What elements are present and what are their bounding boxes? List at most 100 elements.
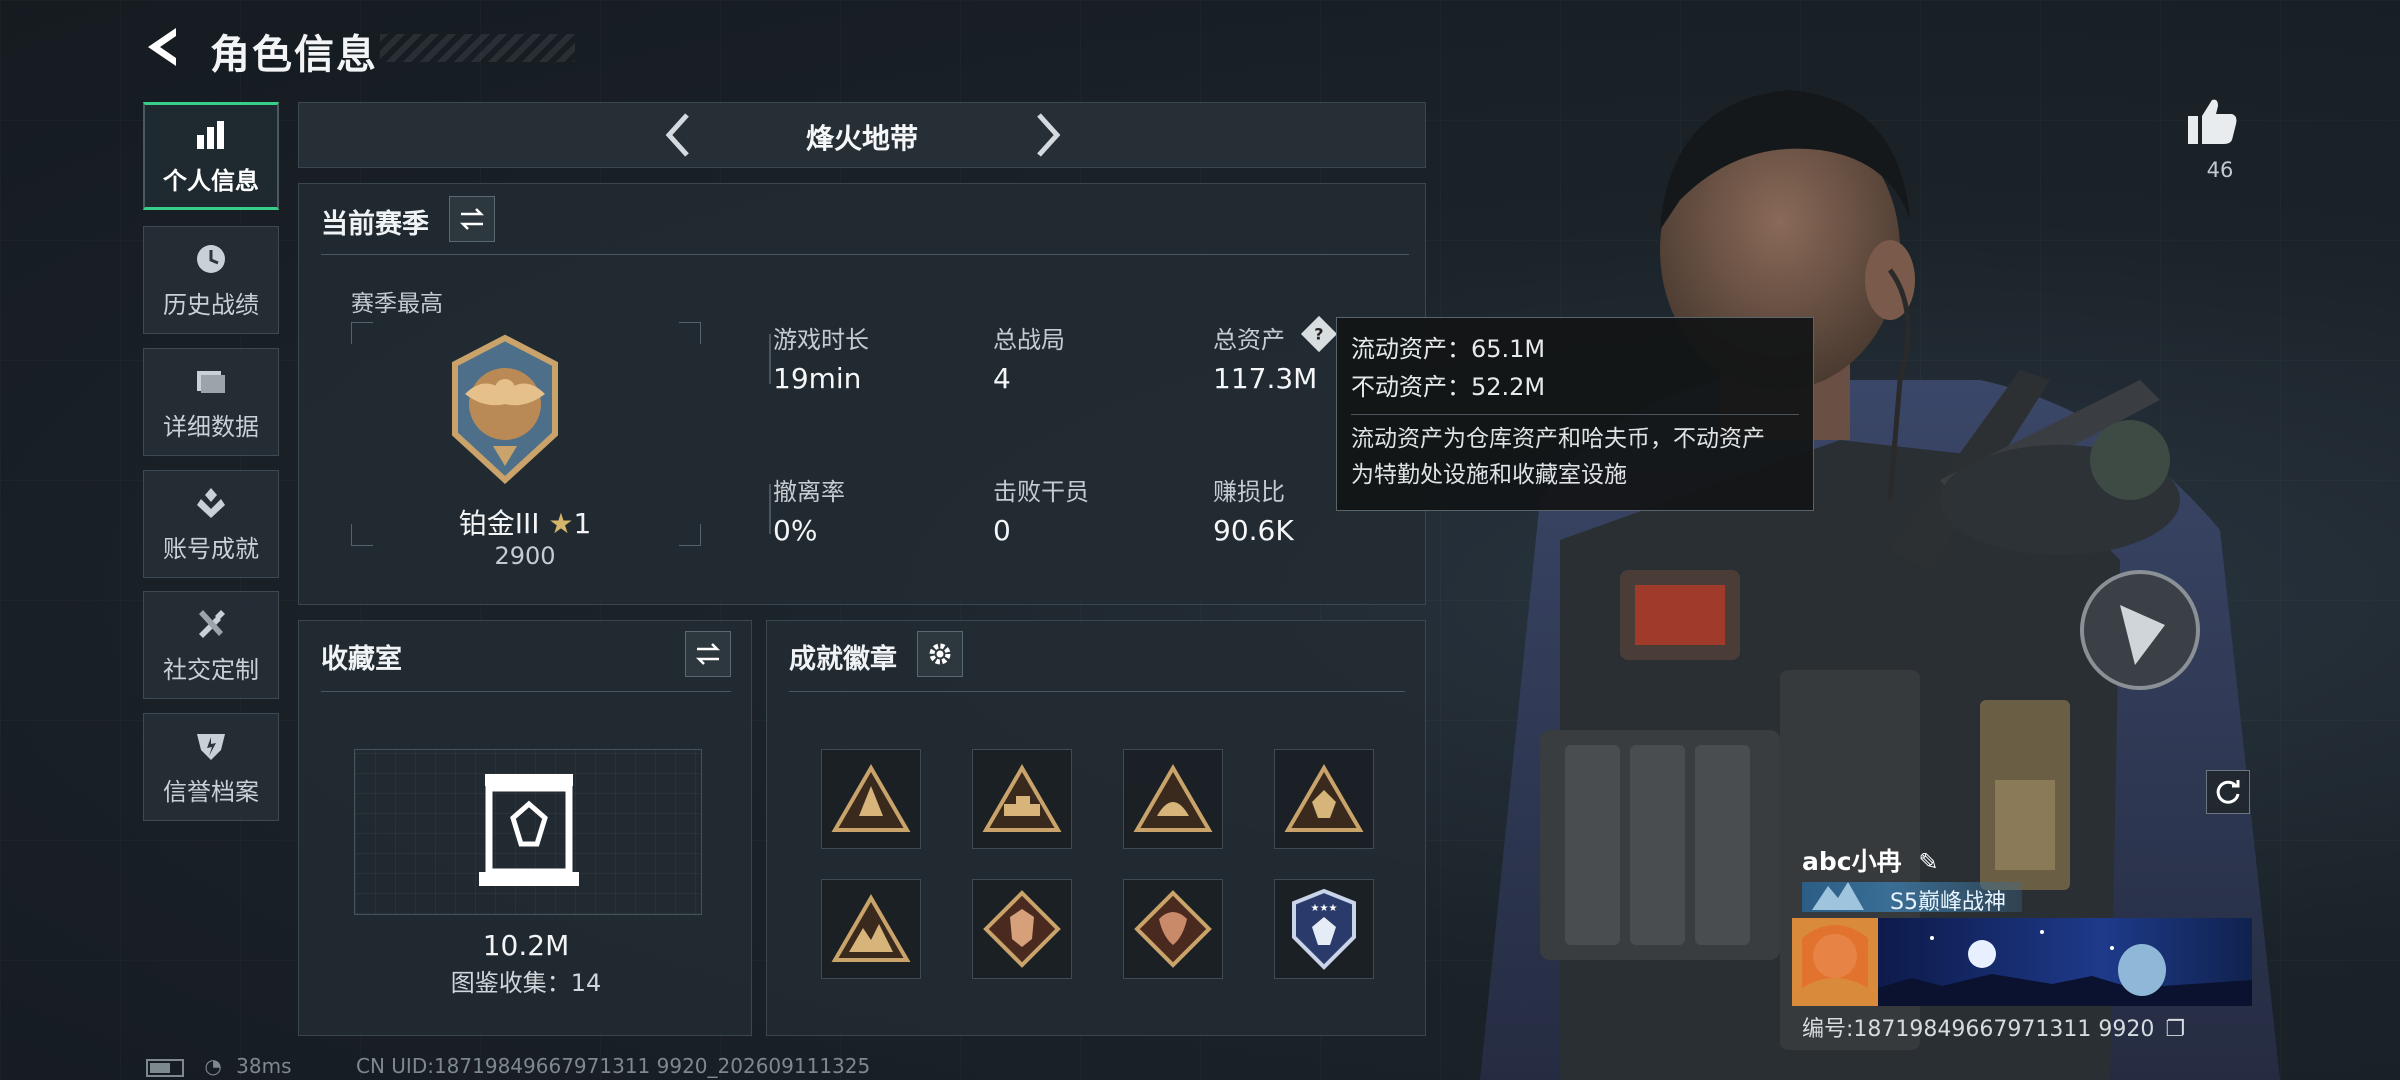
shield-star-badge-icon: ★★★: [1292, 888, 1356, 970]
star-icon: ★: [548, 507, 574, 540]
refresh-icon: [2216, 780, 2240, 804]
wifi-icon: ◔: [204, 1054, 222, 1078]
stat-label-kills: 击败干员: [993, 478, 1089, 506]
collection-title: 收藏室: [321, 644, 402, 675]
mountain-badge-icon: [831, 894, 911, 962]
stat-label-assets: 总资产: [1213, 326, 1285, 354]
dragon-badge-icon: [1134, 890, 1212, 968]
refresh-button[interactable]: [2206, 770, 2250, 814]
tooltip-desc-line1: 流动资产为仓库资产和哈夫币，不动资产: [1351, 426, 1765, 452]
stat-value-profit-ratio: 90.6K: [1213, 514, 1294, 547]
title-decoration: [380, 34, 575, 62]
back-arrow-icon[interactable]: [140, 22, 190, 72]
sidebar-item-label: 个人信息: [163, 166, 259, 195]
season-panel: 当前赛季 赛季最高 铂金III ★1 2900 游戏时长 19min 总战局 4…: [298, 183, 1426, 605]
tooltip-liquid-assets: 流动资产：65.1M: [1351, 335, 1546, 363]
ping-text: 38ms: [236, 1054, 292, 1078]
player-id: 编号:18719849667971311 9920 ❐: [1802, 1011, 2185, 1043]
sidebar-item-label: 社交定制: [163, 655, 259, 684]
collection-value: 10.2M: [482, 929, 570, 962]
rank-score: 2900: [494, 542, 556, 570]
badge-slot[interactable]: [972, 749, 1072, 849]
badge-slot[interactable]: [1274, 749, 1374, 849]
sidebar-item-achievements[interactable]: 账号成就: [143, 470, 279, 578]
page-title: 角色信息: [210, 32, 378, 78]
assets-help-icon[interactable]: ?: [1300, 315, 1338, 353]
uid-text: CN UID:18719849667971311 9920_2026091113…: [356, 1054, 871, 1078]
stat-value-kills: 0: [993, 514, 1011, 547]
sidebar-item-label: 详细数据: [163, 412, 259, 441]
sidebar-item-history[interactable]: 历史战绩: [143, 226, 279, 334]
sidebar-item-personal-info[interactable]: 个人信息: [143, 102, 279, 210]
tank-badge-icon: [982, 764, 1062, 832]
rank-name: 铂金III: [458, 507, 540, 540]
copy-icon[interactable]: ❐: [2165, 1017, 2185, 1042]
stat-value-playtime: 19min: [773, 362, 862, 395]
badge-slot[interactable]: [821, 749, 921, 849]
title-emblem-icon: [1812, 882, 1864, 910]
rank-stars: 1: [573, 507, 592, 540]
tooltip-description: 流动资产为仓库资产和哈夫币，不动资产 为特勤处设施和收藏室设施: [1351, 414, 1799, 493]
season-best-label: 赛季最高: [351, 291, 443, 317]
stat-label-extraction: 撤离率: [773, 478, 845, 506]
sidebar-item-label: 历史战绩: [163, 290, 259, 319]
collection-divider: [321, 691, 731, 692]
badges-settings-button[interactable]: [917, 631, 963, 677]
stat-value-extraction: 0%: [773, 514, 818, 547]
player-name: abc小冉 ✎: [1802, 842, 1938, 878]
stat-separators: [769, 334, 771, 534]
like-count: 46: [2206, 158, 2234, 182]
mode-selector: 烽火地带: [298, 102, 1426, 168]
triangle-badge-icon: [831, 764, 911, 832]
collection-panel: 收藏室 10.2M 图鉴收集：14: [298, 620, 752, 1036]
display-case-icon: [479, 774, 579, 886]
player-banner: [1792, 918, 2252, 1006]
collection-catalog: 图鉴收集：14: [450, 969, 602, 997]
swap-icon: [459, 208, 485, 230]
chevron-right-icon[interactable]: [1027, 109, 1067, 161]
achievement-icon: [197, 487, 225, 518]
bar-chart-icon: [197, 120, 224, 149]
sidebar-item-social[interactable]: 社交定制: [143, 591, 279, 699]
stat-label-matches: 总战局: [993, 326, 1065, 354]
stat-label-playtime: 游戏时长: [773, 326, 869, 354]
shield-icon: [197, 733, 225, 760]
badge-slot[interactable]: ★★★: [1274, 879, 1374, 979]
wolf-badge-icon: [983, 890, 1061, 968]
battery-icon: [146, 1058, 184, 1077]
sidebar-item-label: 账号成就: [163, 534, 259, 563]
like-icon[interactable]: [2186, 96, 2238, 148]
folder-icon: [197, 370, 225, 393]
helmet-badge-icon: [1133, 764, 1213, 832]
stat-label-profit-ratio: 赚损比: [1213, 478, 1285, 506]
badge-slot[interactable]: [821, 879, 921, 979]
season-switch-button[interactable]: [449, 196, 495, 242]
tooltip-desc-line2: 为特勤处设施和收藏室设施: [1351, 462, 1627, 488]
player-name-text: abc小冉: [1802, 847, 1902, 876]
badge-slot[interactable]: [972, 879, 1072, 979]
badges-panel: 成就徽章 ★★★: [766, 620, 1426, 1036]
assets-tooltip: 流动资产：65.1M 不动资产：52.2M 流动资产为仓库资产和哈夫币，不动资产…: [1336, 317, 1814, 511]
gem-badge-icon: [1284, 764, 1364, 832]
status-bar: ◔ 38ms: [146, 1054, 292, 1078]
tooltip-fixed-assets: 不动资产：52.2M: [1351, 373, 1546, 401]
tools-icon: [199, 609, 225, 638]
stat-value-matches: 4: [993, 362, 1011, 395]
collection-switch-button[interactable]: [685, 631, 731, 677]
badge-slot[interactable]: [1123, 749, 1223, 849]
sidebar-item-details[interactable]: 详细数据: [143, 348, 279, 456]
badges-divider: [789, 691, 1405, 692]
badge-slot[interactable]: [1123, 879, 1223, 979]
season-divider: [321, 254, 1409, 255]
collection-display-case[interactable]: [354, 749, 702, 915]
player-title: S5巅峰战神: [1890, 890, 2006, 915]
sidebar-item-label: 信誉档案: [163, 777, 259, 806]
sidebar-item-reputation[interactable]: 信誉档案: [143, 713, 279, 821]
rank-emblem-icon: [452, 334, 558, 484]
rank-name-row: 铂金III ★1: [299, 502, 751, 542]
swap-icon: [695, 643, 721, 665]
svg-text:★★★: ★★★: [1311, 903, 1338, 914]
clock-icon: [197, 244, 225, 273]
badges-title: 成就徽章: [789, 644, 897, 675]
edit-icon[interactable]: ✎: [1918, 848, 1938, 876]
